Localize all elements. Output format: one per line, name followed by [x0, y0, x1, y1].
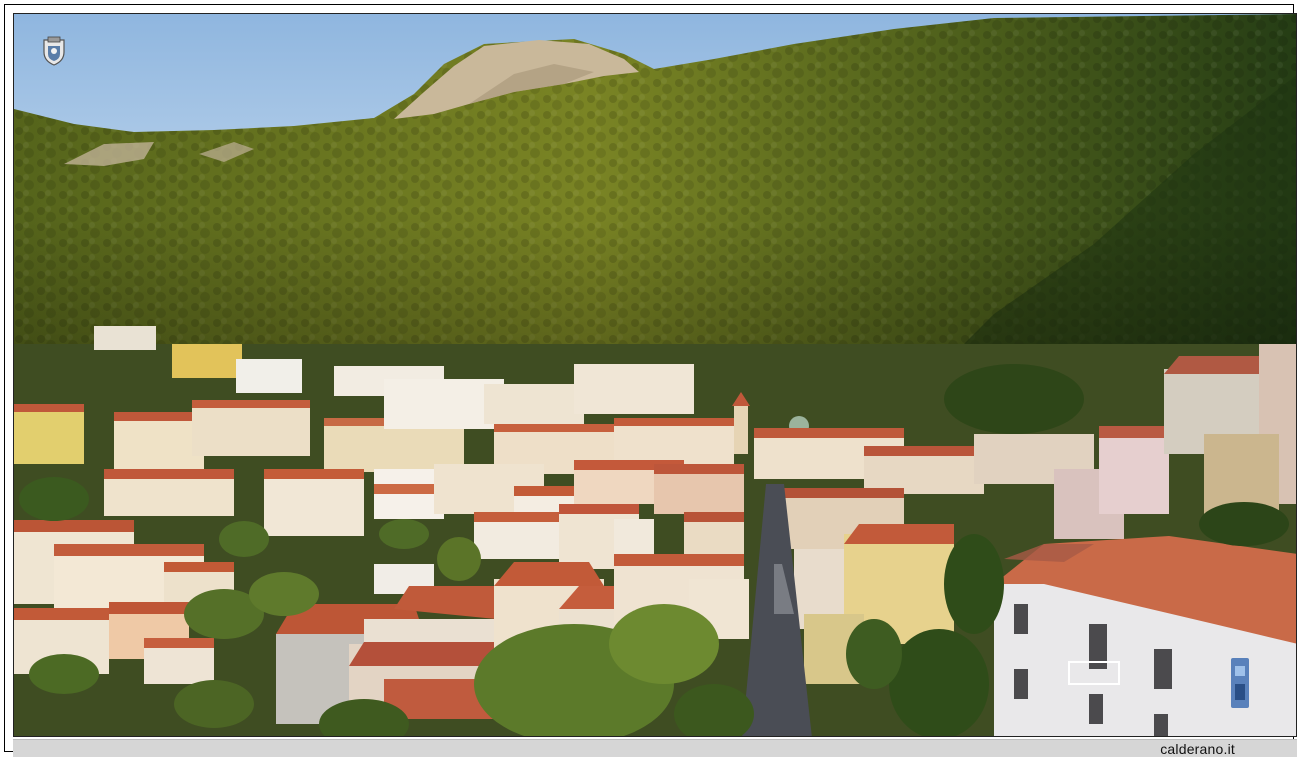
blue-badge-icon	[1231, 658, 1249, 708]
footer-bar: calderano.it	[13, 739, 1297, 757]
town-photo	[13, 13, 1297, 737]
photo-frame: calderano.it	[4, 4, 1297, 757]
bell-tower	[734, 404, 748, 454]
town-photo-scene	[14, 14, 1296, 736]
site-credit: calderano.it	[1160, 741, 1235, 757]
town-crest-icon	[43, 36, 65, 66]
